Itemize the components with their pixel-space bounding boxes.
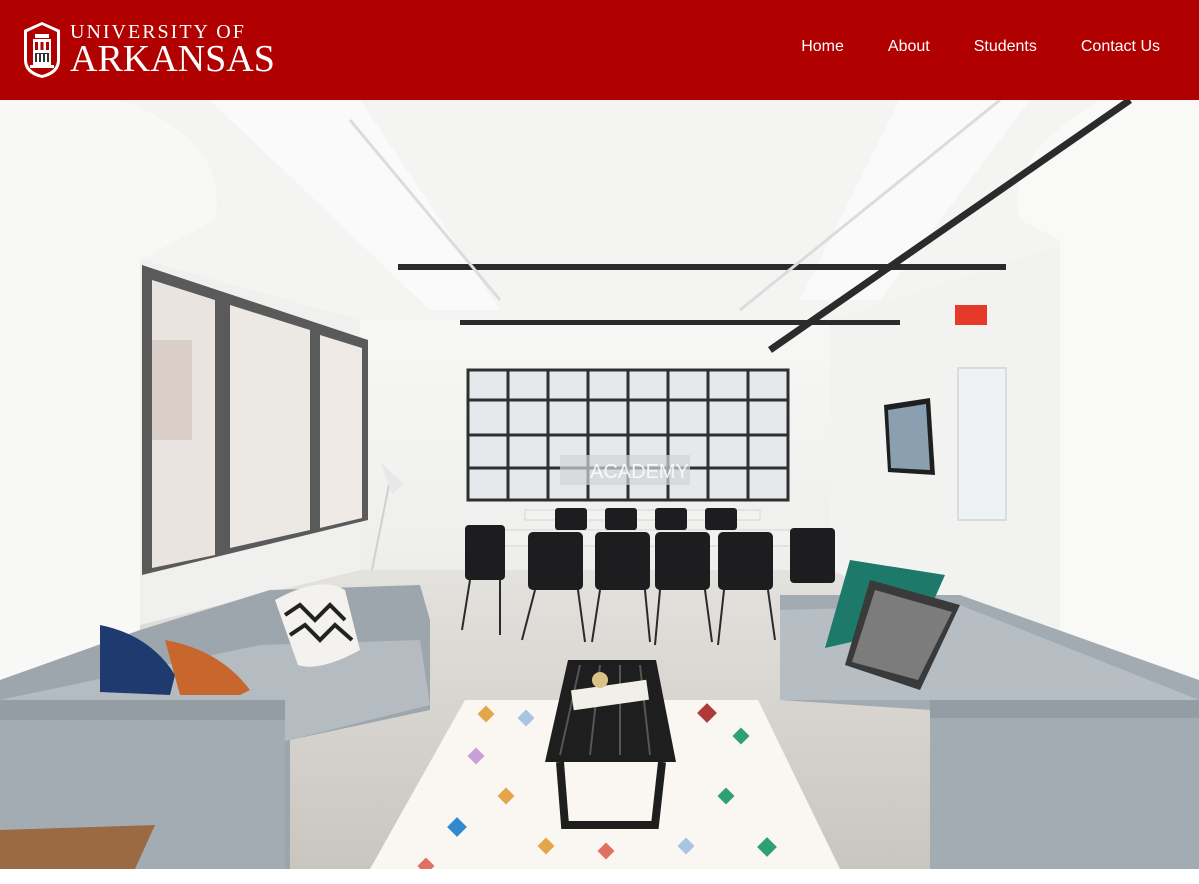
office-lounge-illustration: ACADEMY (0, 100, 1199, 869)
hero-image: ACADEMY (0, 100, 1199, 869)
nav-students[interactable]: Students (974, 38, 1037, 56)
logo-line-2: ARKANSAS (70, 38, 275, 80)
main-nav: Home About Students Contact Us (757, 38, 1160, 56)
academy-window-sign: ACADEMY (590, 461, 689, 483)
logo-wordmark: UNIVERSITY OF ARKANSAS (70, 22, 275, 78)
nav-about[interactable]: About (888, 38, 930, 56)
site-header: UNIVERSITY OF ARKANSAS Home About Studen… (0, 0, 1199, 100)
old-main-seal-icon (24, 22, 60, 78)
nav-home[interactable]: Home (801, 38, 844, 56)
nav-contact-us[interactable]: Contact Us (1081, 38, 1160, 56)
page-below-hero (0, 869, 1199, 884)
university-logo[interactable]: UNIVERSITY OF ARKANSAS (20, 20, 275, 80)
